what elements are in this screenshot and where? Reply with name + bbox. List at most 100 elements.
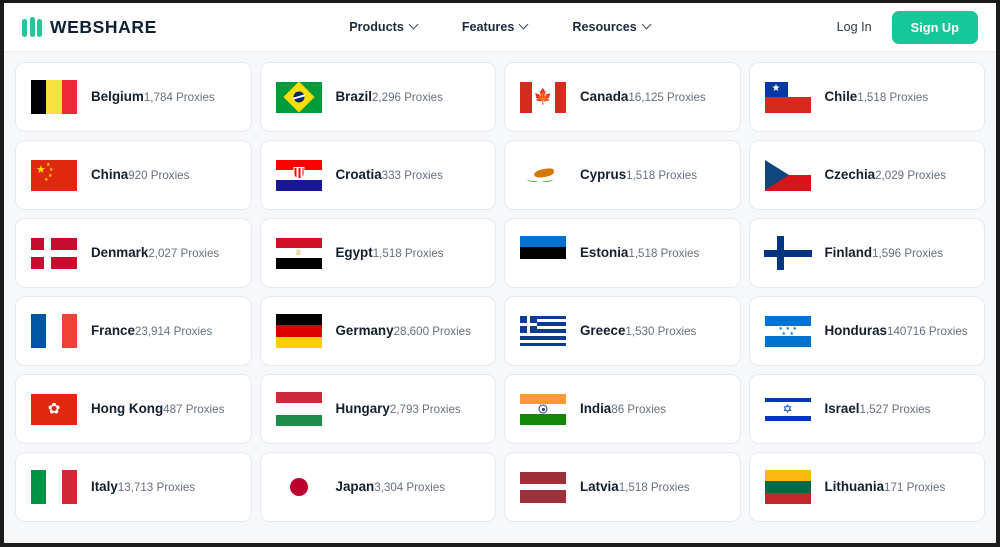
country-info: Finland1,596 Proxies (825, 244, 944, 262)
country-info: Chile1,518 Proxies (825, 88, 929, 106)
country-proxy-count: 2,029 Proxies (875, 169, 947, 182)
country-info: Israel1,527 Proxies (825, 400, 931, 418)
country-card[interactable]: ✡ Israel1,527 Proxies (749, 375, 984, 443)
country-info: Hong Kong487 Proxies (91, 400, 224, 418)
country-info: Italy13,713 Proxies (91, 478, 195, 496)
country-proxy-count: 23,914 Proxies (134, 325, 213, 338)
nav-item-features[interactable]: Features (462, 20, 529, 34)
country-info: Greece1,530 Proxies (580, 322, 696, 340)
country-card[interactable]: Latvia1,518 Proxies (505, 453, 740, 521)
country-card[interactable]: Czechia2,029 Proxies (749, 141, 984, 209)
site-header: WEBSHARE Products Features Resources Log… (4, 3, 996, 52)
country-name: Hungary (335, 401, 390, 416)
country-card[interactable]: Greece1,530 Proxies (505, 297, 740, 365)
china-flag-icon: ★ ★ ★ ★ ★ (30, 158, 78, 192)
cyprus-flag-icon (519, 158, 567, 192)
country-proxy-count: 1,518 Proxies (618, 481, 690, 494)
hongkong-flag-icon: ✿ (30, 392, 78, 426)
belgium-flag-icon (30, 80, 78, 114)
webshare-logo[interactable]: WEBSHARE (22, 17, 157, 38)
country-card[interactable]: Brazil2,296 Proxies (260, 63, 495, 131)
country-info: Latvia1,518 Proxies (580, 478, 690, 496)
greece-flag-icon (519, 314, 567, 348)
country-info: Estonia1,518 Proxies (580, 244, 699, 262)
country-card[interactable]: Cyprus1,518 Proxies (505, 141, 740, 209)
country-name: Honduras (824, 323, 888, 338)
country-proxy-count: 140716 Proxies (887, 325, 968, 338)
country-info: Brazil2,296 Proxies (336, 88, 443, 106)
czechia-flag-icon (764, 158, 812, 192)
germany-flag-icon (275, 314, 323, 348)
chevron-down-icon (643, 21, 651, 29)
india-flag-icon (519, 392, 567, 426)
country-proxy-count: 1,518 Proxies (628, 247, 700, 260)
country-proxy-count: 1,784 Proxies (143, 91, 215, 104)
country-card[interactable]: ★ Chile1,518 Proxies (749, 63, 984, 131)
country-info: Belgium1,784 Proxies (91, 88, 215, 106)
country-card[interactable]: Estonia1,518 Proxies (505, 219, 740, 287)
nav-label: Features (461, 20, 515, 34)
country-proxy-count: 13,713 Proxies (117, 481, 196, 494)
country-card[interactable]: ✿ Hong Kong487 Proxies (16, 375, 251, 443)
country-proxy-count: 1,596 Proxies (872, 247, 944, 260)
country-info: Canada16,125 Proxies (580, 88, 706, 106)
country-card[interactable]: Denmark2,027 Proxies (16, 219, 251, 287)
country-card[interactable]: France23,914 Proxies (16, 297, 251, 365)
italy-flag-icon (30, 470, 78, 504)
canada-flag-icon: 🍁 (519, 80, 567, 114)
country-name: Hong Kong (91, 401, 164, 416)
country-proxy-count: 1,527 Proxies (859, 403, 931, 416)
finland-flag-icon (763, 236, 812, 270)
country-proxy-count: 920 Proxies (128, 169, 190, 182)
latvia-flag-icon (519, 470, 567, 504)
country-proxy-count: 2,296 Proxies (371, 91, 443, 104)
chevron-down-icon (520, 21, 528, 29)
country-card[interactable]: ★ ★ ★ ★ ★ Honduras140716 Proxies (749, 297, 984, 365)
country-proxy-count: 2,027 Proxies (148, 247, 220, 260)
country-name: India (580, 401, 612, 416)
israel-flag-icon: ✡ (764, 392, 812, 426)
nav-item-resources[interactable]: Resources (572, 20, 650, 34)
country-card[interactable]: Belgium1,784 Proxies (16, 63, 251, 131)
nav-label: Products (349, 20, 404, 34)
lithuania-flag-icon (764, 470, 812, 504)
country-proxy-count: 333 Proxies (381, 169, 443, 182)
country-name: Croatia (335, 167, 382, 182)
country-card[interactable]: ★ ★ ★ ★ ★ China920 Proxies (16, 141, 251, 209)
country-card[interactable]: Japan3,304 Proxies (260, 453, 495, 521)
country-card[interactable]: Lithuania171 Proxies (749, 453, 984, 521)
country-card[interactable]: Italy13,713 Proxies (16, 453, 251, 521)
country-info: Croatia333 Proxies (336, 166, 443, 184)
signup-button[interactable]: Sign Up (891, 10, 978, 44)
country-card[interactable]: Finland1,596 Proxies (749, 219, 984, 287)
nav-item-products[interactable]: Products (349, 20, 418, 34)
country-name: Czechia (824, 167, 876, 182)
country-info: Lithuania171 Proxies (825, 478, 946, 496)
country-proxy-count: 1,530 Proxies (625, 325, 697, 338)
country-card[interactable]: 🍁 Canada16,125 Proxies (505, 63, 740, 131)
country-proxy-count: 2,793 Proxies (389, 403, 461, 416)
country-card[interactable]: Germany28,600 Proxies (260, 297, 495, 365)
country-info: Egypt1,518 Proxies (336, 244, 444, 262)
country-info: Cyprus1,518 Proxies (580, 166, 697, 184)
country-info: Japan3,304 Proxies (336, 478, 446, 496)
country-name: Chile (824, 89, 858, 104)
country-card[interactable]: ♕ Egypt1,518 Proxies (260, 219, 495, 287)
country-card[interactable]: India86 Proxies (505, 375, 740, 443)
country-name: Belgium (91, 89, 144, 104)
country-name: France (91, 323, 135, 338)
header-actions: Log In Sign Up (837, 10, 978, 44)
country-name: Germany (335, 323, 394, 338)
page-viewport: WEBSHARE Products Features Resources Log… (4, 3, 996, 543)
country-name: Brazil (335, 89, 372, 104)
japan-flag-icon (275, 470, 323, 504)
country-proxy-count: 487 Proxies (163, 403, 225, 416)
login-link[interactable]: Log In (837, 20, 872, 34)
country-card[interactable]: Croatia333 Proxies (260, 141, 495, 209)
nav-label: Resources (572, 20, 637, 34)
country-name: Greece (580, 323, 626, 338)
country-card[interactable]: Hungary2,793 Proxies (260, 375, 495, 443)
country-name: China (91, 167, 129, 182)
country-info: Hungary2,793 Proxies (336, 400, 461, 418)
country-name: Cyprus (580, 167, 627, 182)
